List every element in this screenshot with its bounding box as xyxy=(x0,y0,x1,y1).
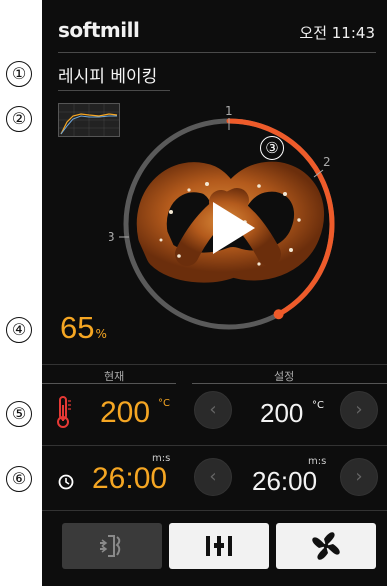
temperature-decrease-button[interactable]: ‹ xyxy=(194,391,232,429)
fan-icon xyxy=(312,532,340,560)
chevron-right-icon: › xyxy=(355,399,363,420)
brand-mill: mill xyxy=(99,18,140,42)
step-1-label: 1 xyxy=(225,104,233,118)
progress-value: 65 xyxy=(60,310,95,345)
oven-screen: softmill 오전 11:43 레시피 베이킹 1 2 3 ③ 65% 현재… xyxy=(42,0,387,586)
callout-5: ⑤ xyxy=(6,401,32,427)
callout-4: ④ xyxy=(6,317,32,343)
title-divider xyxy=(58,90,170,91)
step-2-label: 2 xyxy=(323,155,331,169)
header-divider xyxy=(58,52,376,53)
step-3-label: 3 xyxy=(109,230,115,244)
baking-progress: 65% xyxy=(60,310,107,346)
setting-head-line xyxy=(192,383,387,384)
current-timer: 26:00 xyxy=(92,462,168,495)
steam-icon xyxy=(100,535,121,557)
panel-divider-bottom xyxy=(42,510,387,511)
recipe-title: 레시피 베이킹 xyxy=(58,67,158,87)
setting-temperature-unit: °C xyxy=(312,400,324,411)
current-head-line xyxy=(42,383,176,384)
temperature-increase-button[interactable]: › xyxy=(340,391,378,429)
fan-button[interactable] xyxy=(276,523,376,569)
callout-3: ③ xyxy=(260,136,284,160)
current-temperature: 200 xyxy=(100,396,151,429)
baking-progress-ring: 1 2 3 ③ xyxy=(107,104,349,344)
brand-logo: softmill xyxy=(58,18,140,42)
steam-button[interactable] xyxy=(62,523,162,569)
callout-2: ② xyxy=(6,106,32,132)
clock-icon xyxy=(58,474,74,490)
setting-timer: 26:00 xyxy=(252,466,318,496)
thermometer-icon xyxy=(57,396,71,428)
timer-increase-button[interactable]: › xyxy=(340,458,378,496)
settings-adjust-button[interactable] xyxy=(169,523,269,569)
panel-divider-top xyxy=(42,364,387,365)
setting-temperature: 200 xyxy=(260,398,304,428)
setting-label: 설정 xyxy=(274,370,295,383)
timer-decrease-button[interactable]: ‹ xyxy=(194,458,232,496)
callout-6: ⑥ xyxy=(6,466,32,492)
chevron-left-icon: ‹ xyxy=(209,466,217,487)
ring-progress-knob xyxy=(273,309,284,320)
progress-ring-graphic: 1 2 3 xyxy=(107,104,335,330)
panel-divider-mid xyxy=(42,445,387,446)
current-temperature-unit: °C xyxy=(158,398,170,409)
chevron-right-icon: › xyxy=(355,466,363,487)
chevron-left-icon: ‹ xyxy=(209,399,217,420)
callout-1: ① xyxy=(6,61,32,87)
clock: 오전 11:43 xyxy=(299,24,375,42)
current-label: 현재 xyxy=(104,370,125,383)
brand-soft: soft xyxy=(58,18,100,42)
sliders-icon xyxy=(206,536,232,556)
progress-unit: % xyxy=(95,327,107,341)
